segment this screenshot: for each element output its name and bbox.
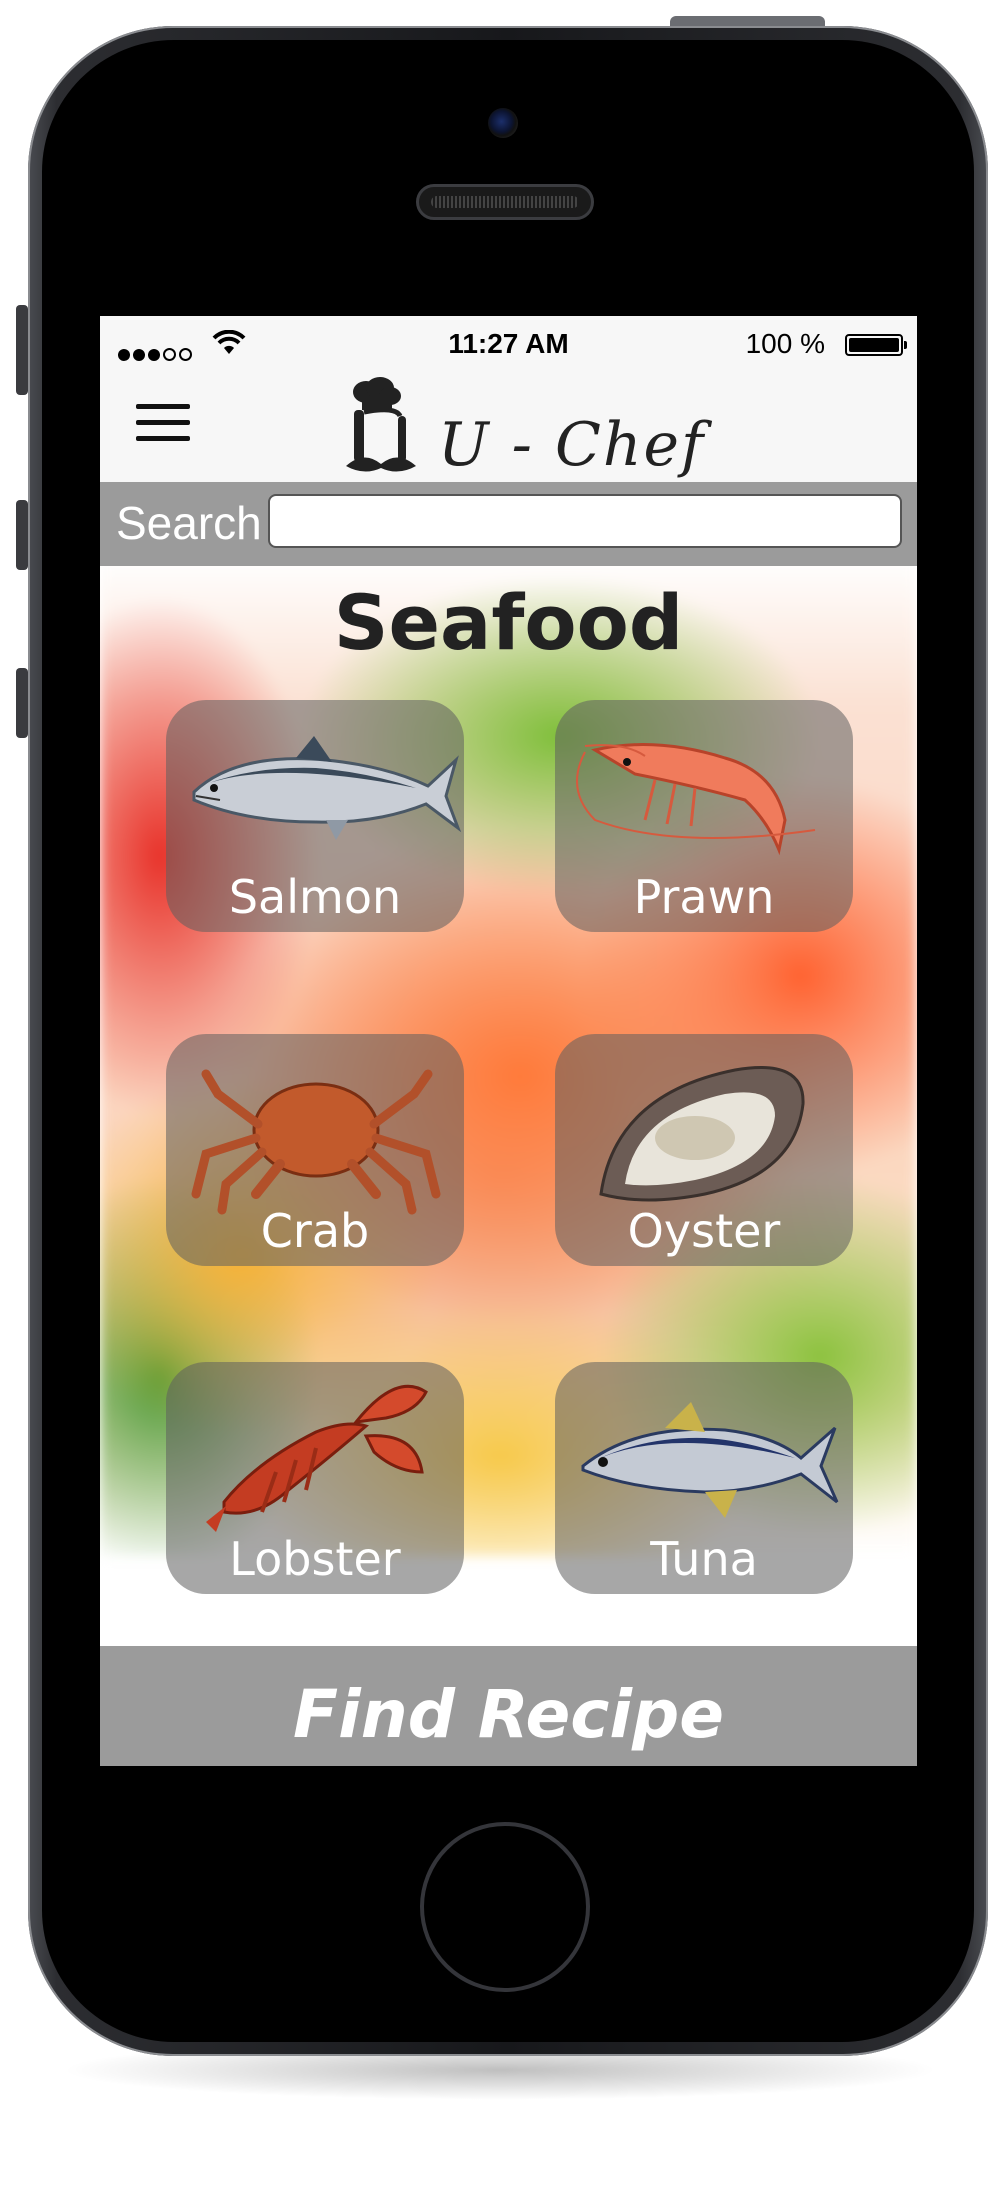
find-recipe-button[interactable]: Find Recipe	[100, 1646, 917, 1766]
tile-oyster[interactable]: Oyster	[555, 1034, 853, 1266]
home-button[interactable]	[420, 1822, 590, 1992]
find-recipe-label: Find Recipe	[293, 1676, 724, 1753]
mute-switch[interactable]	[16, 305, 28, 395]
battery-full-icon	[845, 334, 907, 356]
chef-hat-mustache-icon	[346, 377, 416, 472]
app-title: U - Chef	[438, 410, 706, 480]
earpiece-speaker	[416, 184, 594, 220]
tile-label: Salmon	[228, 870, 402, 924]
tile-lobster[interactable]: Lobster	[166, 1362, 464, 1594]
app-screen: 11:27 AM 100 % U - Chef Search Seafood S…	[100, 316, 917, 1766]
tile-label: Crab	[260, 1204, 370, 1258]
tile-salmon[interactable]: Salmon	[166, 700, 464, 932]
search-bar: Search	[100, 482, 917, 566]
hamburger-menu-icon[interactable]	[136, 404, 190, 444]
page-title: Seafood	[333, 578, 684, 667]
search-input[interactable]	[268, 494, 902, 548]
tile-label: Oyster	[627, 1204, 781, 1258]
tile-label: Prawn	[633, 870, 775, 924]
tile-crab[interactable]: Crab	[166, 1034, 464, 1266]
tile-label: Lobster	[229, 1532, 401, 1586]
search-label: Search	[116, 497, 262, 549]
battery-percent: 100 %	[745, 328, 825, 359]
app-header: U - Chef	[100, 372, 917, 482]
tile-label: Tuna	[650, 1532, 758, 1586]
volume-up-button[interactable]	[16, 500, 28, 570]
status-bar: 11:27 AM 100 %	[100, 316, 917, 372]
tile-tuna[interactable]: Tuna	[555, 1362, 853, 1594]
volume-down-button[interactable]	[16, 668, 28, 738]
tile-prawn[interactable]: Prawn	[555, 700, 853, 932]
front-camera	[488, 108, 518, 138]
